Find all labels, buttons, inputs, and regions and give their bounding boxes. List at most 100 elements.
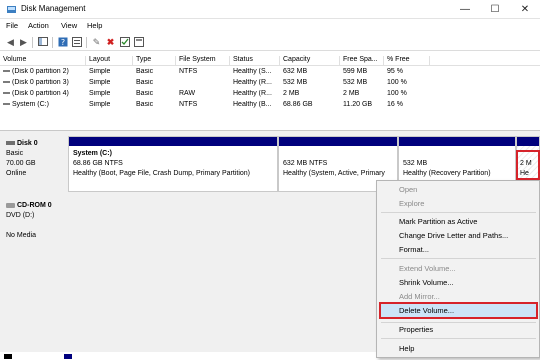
disk-status: No Media [6,232,36,239]
forward-icon[interactable]: ▶ [18,37,29,48]
column-status[interactable]: Status [230,56,280,66]
minimize-button[interactable]: — [450,0,480,19]
menu-item-properties[interactable]: Properties [399,325,433,334]
column-free-space[interactable]: Free Spa... [340,56,384,66]
menu-separator [381,322,536,323]
cell-free-space: 11.20 GB [343,101,373,108]
cell-percent-free: 100 % [387,90,407,97]
menu-file[interactable]: File [6,21,18,30]
cell-type: Basic [136,90,154,97]
cd-rom-icon [6,202,15,208]
table-row[interactable]: (Disk 0 partition 4) Simple Basic RAW He… [0,89,540,100]
table-row[interactable]: (Disk 0 partition 2) Simple Basic NTFS H… [0,67,540,78]
disk-0-label[interactable]: Disk 0 Basic 70.00 GB Online [0,136,68,192]
maximize-button[interactable]: ☐ [480,0,510,19]
column-volume[interactable]: Volume [0,56,86,66]
primary-partition-legend-icon [64,354,72,359]
partition-bar [517,137,539,146]
partition-system-c[interactable]: System (C:) 68.86 GB NTFS Healthy (Boot,… [68,136,278,192]
cell-status: Healthy (B... [233,101,272,108]
disk-management-icon [7,6,16,13]
disk-type: DVD (D:) [6,212,35,219]
cell-file-system: NTFS [179,101,198,108]
cell-percent-free: 95 % [387,68,403,75]
menu-item-help[interactable]: Help [399,344,414,353]
close-button[interactable]: ✕ [510,0,540,19]
partition-size: 68.86 GB NTFS [73,160,123,167]
partition-size: 632 MB NTFS [283,160,328,167]
cell-free-space: 599 MB [343,68,368,75]
partition-status: Healthy (System, Active, Primary [283,170,385,177]
menu-action[interactable]: Action [28,21,49,30]
partition-bar [399,137,515,146]
menu-separator [381,258,536,259]
volume-icon [3,70,10,73]
column-layout[interactable]: Layout [86,56,133,66]
column-capacity[interactable]: Capacity [280,56,340,66]
cell-capacity: 632 MB [283,68,308,75]
table-row[interactable]: (Disk 0 partition 3) Simple Basic Health… [0,78,540,89]
volume-list-header: Volume Layout Type File System Status Ca… [0,54,540,66]
cell-status: Healthy (R... [233,79,272,86]
menu-item-change-drive-letter[interactable]: Change Drive Letter and Paths... [399,231,508,240]
menu-separator [381,338,536,339]
cell-type: Basic [136,79,154,86]
column-file-system[interactable]: File System [176,56,230,66]
connect-icon[interactable]: ✎ [91,37,102,48]
delete-icon[interactable]: ✖ [105,37,116,48]
menu-item-mark-active[interactable]: Mark Partition as Active [399,217,477,226]
cell-volume: (Disk 0 partition 3) [0,79,86,86]
menu-separator [381,212,536,213]
disk-status: Online [6,170,27,177]
volume-icon [3,92,10,95]
partition-bar [279,137,397,146]
cell-volume: System (C:) [0,101,86,108]
toolbar: ◀ ▶ ? ✎ ✖ [0,34,540,51]
partition-info: 532 MB Healthy (Recovery Partition) [403,159,491,179]
menu-item-explore: Explore [399,199,425,208]
cell-layout: Simple [89,79,111,86]
menu-item-extend-volume: Extend Volume... [399,264,456,273]
menu-item-shrink-volume[interactable]: Shrink Volume... [399,278,454,287]
column-type[interactable]: Type [133,56,176,66]
cell-type: Basic [136,68,154,75]
partition-info: 632 MB NTFS Healthy (System, Active, Pri… [283,159,385,179]
partition-bar [69,137,277,146]
console-tree-icon[interactable] [37,37,48,48]
partition-title: System (C:) [73,150,112,157]
menu-help[interactable]: Help [87,21,102,30]
cell-layout: Simple [89,101,111,108]
toolbar-separator [32,37,33,48]
table-row[interactable]: System (C:) Simple Basic NTFS Healthy (B… [0,100,540,111]
cell-file-system: RAW [179,90,196,97]
disk-type: Basic [6,150,24,157]
volume-list: Volume Layout Type File System Status Ca… [0,52,540,127]
cell-percent-free: 100 % [387,79,407,86]
menu-item-format[interactable]: Format... [399,245,429,254]
cell-volume: (Disk 0 partition 2) [0,68,86,75]
settings-icon[interactable] [133,37,144,48]
menu-item-open: Open [399,185,418,194]
cell-status: Healthy (S... [233,68,272,75]
hard-disk-icon [6,141,15,146]
properties-icon[interactable] [71,37,82,48]
svg-text:?: ? [60,38,64,47]
disk-size: 70.00 GB [6,160,36,167]
partition-info: System (C:) 68.86 GB NTFS Healthy (Boot,… [73,149,250,179]
back-icon[interactable]: ◀ [5,37,16,48]
disk-name: Disk 0 [17,140,38,147]
column-percent-free[interactable]: % Free [384,56,430,66]
check-icon[interactable] [119,37,130,48]
cell-percent-free: 16 % [387,101,403,108]
menu-item-add-mirror: Add Mirror... [399,292,440,301]
disk-name: CD-ROM 0 [17,202,52,209]
disk-0-name-row: Disk 0 [6,139,68,149]
menu-view[interactable]: View [61,21,77,30]
cdrom-0-label[interactable]: CD-ROM 0 DVD (D:) No Media [0,198,68,248]
cell-capacity: 532 MB [283,79,308,86]
cell-capacity: 68.86 GB [283,101,313,108]
cell-status: Healthy (R... [233,90,272,97]
menu-item-delete-volume[interactable]: Delete Volume... [399,306,454,315]
help-icon[interactable]: ? [57,37,68,48]
